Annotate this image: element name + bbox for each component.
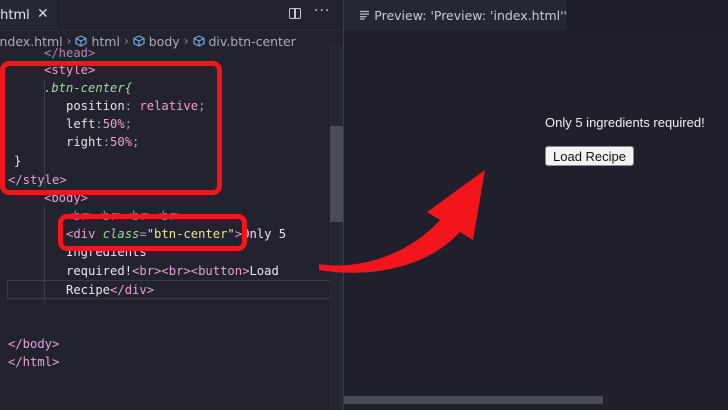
code-token: Only 5 — [242, 227, 287, 241]
cube-icon — [133, 35, 145, 47]
code-token: Load — [249, 264, 279, 278]
breadcrumb-body[interactable]: body — [133, 34, 180, 49]
code-line: required!<br><br><button>Load — [66, 262, 279, 280]
tab-index-html[interactable]: .html ✕ — [0, 0, 57, 30]
chevron-right-icon: › — [123, 34, 129, 48]
preview-text: Only 5 ingredients required! — [545, 115, 705, 130]
preview-tab-label: Preview: 'Preview: 'index.html'' — [374, 7, 567, 23]
breadcrumb-div-label: div.btn-center — [208, 33, 296, 49]
code-editor-pane: .html ✕ ··· index.html › html › body › d… — [0, 0, 343, 410]
code-token: required! — [66, 264, 133, 278]
breadcrumb-html-label: html — [91, 33, 120, 49]
code-line: Recipe</div> — [66, 281, 154, 299]
split-editor-icon[interactable] — [289, 8, 301, 19]
code-token: <br><br><button> — [132, 264, 250, 278]
breadcrumb-div[interactable]: div.btn-center — [192, 33, 296, 49]
code-token: </head> — [44, 46, 96, 60]
code-line: </body> — [8, 335, 59, 353]
highlight-box-style-block — [0, 61, 222, 195]
code-token: Recipe — [66, 283, 111, 297]
chevron-right-icon: › — [183, 34, 189, 48]
red-arrow-annotation — [319, 170, 485, 273]
cube-icon — [192, 35, 205, 47]
horizontal-scrollbar[interactable] — [344, 396, 603, 404]
tab-label: .html — [0, 7, 30, 23]
editor-tab-bar: .html ✕ ··· — [0, 0, 343, 31]
code-token: </html> — [8, 355, 60, 369]
breadcrumb-body-label: body — [148, 33, 180, 49]
code-line: </html> — [8, 353, 59, 371]
preview-tab-bar: Preview: 'Preview: 'index.html'' — [344, 0, 728, 30]
tab-preview[interactable]: Preview: 'Preview: 'index.html'' — [344, 0, 567, 30]
code-line: </head> — [44, 44, 95, 62]
current-line-highlight — [7, 280, 342, 299]
load-recipe-button[interactable]: Load Recipe — [545, 146, 634, 166]
highlight-box-div-class — [58, 214, 247, 251]
close-icon[interactable]: ✕ — [37, 6, 49, 22]
more-actions-icon[interactable]: ··· — [314, 3, 330, 19]
code-token: </div> — [110, 283, 155, 297]
preview-lines-icon — [360, 10, 370, 20]
code-token: </body> — [8, 337, 60, 351]
